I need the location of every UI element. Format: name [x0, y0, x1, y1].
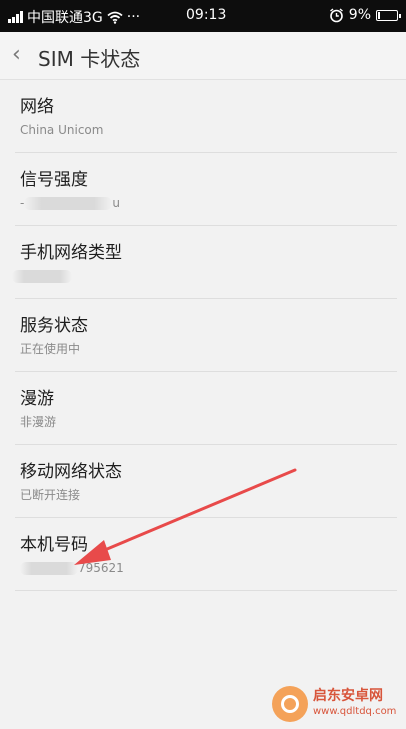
watermark-logo-icon — [272, 686, 308, 722]
item-label: 本机号码 — [20, 535, 88, 555]
redacted-blur — [24, 197, 113, 210]
redacted-blur — [20, 562, 78, 575]
signal-icon — [8, 11, 23, 23]
list-item-network: 网络 China Unicom — [15, 80, 397, 153]
clock: 09:13 — [186, 7, 227, 23]
status-right: 9% — [329, 7, 401, 23]
more-indicator: ··· — [126, 9, 141, 25]
list-item-roaming: 漫游 非漫游 — [15, 372, 397, 445]
item-value: 795621 — [20, 561, 397, 576]
item-value: 正在使用中 — [20, 342, 81, 356]
battery-icon — [376, 9, 401, 21]
item-label: 信号强度 — [20, 170, 88, 190]
item-value: China Unicom — [20, 123, 104, 137]
watermark: 启东安卓网 www.qdltdq.com — [272, 686, 396, 722]
list-item-signal-strength: 信号强度 -u — [15, 153, 397, 226]
sim-status-list: 网络 China Unicom 信号强度 -u 手机网络类型 服务状态 正在使用… — [12, 80, 397, 591]
item-value: -u — [20, 196, 397, 211]
list-item-mobile-network-state: 移动网络状态 已断开连接 — [15, 445, 397, 518]
item-value: 已断开连接 — [20, 488, 81, 502]
app-header: ‹ SIM 卡状态 — [0, 32, 406, 80]
item-value — [12, 269, 397, 284]
page-title: SIM 卡状态 — [38, 47, 141, 71]
item-label: 手机网络类型 — [20, 243, 122, 263]
back-chevron-icon[interactable]: ‹ — [12, 42, 21, 67]
item-label: 移动网络状态 — [20, 462, 122, 482]
battery-percent: 9% — [348, 7, 371, 23]
redacted-blur — [12, 270, 72, 283]
item-label: 网络 — [20, 97, 54, 117]
status-bar: 中国联通3G ··· 09:13 9% — [0, 0, 406, 32]
item-value: 非漫游 — [20, 415, 57, 429]
watermark-name: 启东安卓网 — [313, 688, 383, 704]
item-label: 服务状态 — [20, 316, 88, 336]
item-label: 漫游 — [20, 389, 54, 409]
list-item-service-state: 服务状态 正在使用中 — [15, 299, 397, 372]
list-item-network-type: 手机网络类型 — [12, 226, 397, 299]
value-end: 795621 — [78, 561, 124, 575]
value-end: u — [112, 196, 120, 210]
list-item-phone-number: 本机号码 795621 — [15, 518, 397, 591]
watermark-url: www.qdltdq.com — [313, 706, 397, 717]
alarm-icon — [329, 7, 343, 22]
wifi-icon — [107, 11, 123, 24]
status-left: 中国联通3G ··· — [8, 7, 140, 27]
carrier-label: 中国联通3G — [27, 10, 103, 26]
